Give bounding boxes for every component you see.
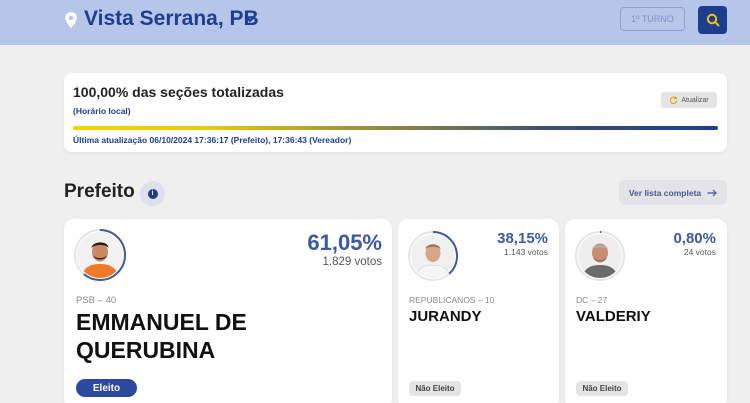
candidate-card[interactable]: 0,80% 24 votos DC – 27 VALDERIY Não Elei…	[565, 219, 727, 403]
status-subtitle: (Horário local)	[73, 106, 131, 116]
location-title[interactable]: Vista Serrana, PB	[84, 7, 259, 31]
vote-count: 1.829 votos	[322, 256, 382, 268]
search-button[interactable]	[698, 6, 727, 34]
candidate-photo	[578, 234, 622, 278]
elected-badge: Eleito	[76, 379, 137, 397]
totalization-progress-bar	[73, 126, 718, 130]
totalization-status-card: 100,00% das seções totalizadas (Horário …	[64, 73, 727, 152]
vote-count: 1.143 votos	[504, 247, 548, 257]
vote-percentage: 0,80%	[673, 230, 716, 247]
vote-percentage: 38,15%	[497, 230, 548, 247]
vote-count: 24 votos	[683, 247, 716, 257]
last-update-text: Última atualização 06/10/2024 17:36:17 (…	[73, 135, 352, 145]
refresh-button[interactable]: Atualizar	[661, 92, 717, 108]
top-bar: Vista Serrana, PB 1º TURNO	[0, 0, 750, 45]
candidate-name: VALDERIY	[576, 308, 651, 325]
turno-button[interactable]: 1º TURNO	[620, 7, 685, 31]
view-full-list-label: Ver lista completa	[628, 187, 702, 198]
refresh-label: Atualizar	[681, 96, 709, 104]
refresh-icon	[670, 95, 678, 104]
progress-fill	[73, 126, 718, 130]
not-elected-badge: Não Eleito	[576, 381, 628, 396]
arrow-right-icon	[707, 189, 717, 196]
view-full-list-button[interactable]: Ver lista completa	[619, 180, 727, 205]
section-title: Prefeito	[64, 181, 135, 202]
info-button[interactable]: i	[140, 181, 165, 206]
search-icon	[706, 13, 719, 27]
candidate-card[interactable]: 61,05% 1.829 votos PSB – 40 EMMANUEL DE …	[64, 219, 392, 403]
info-icon: i	[147, 188, 158, 199]
vote-percentage: 61,05%	[307, 230, 382, 255]
candidate-party: PSB – 40	[76, 295, 117, 306]
candidate-party: REPUBLICANOS – 10	[409, 295, 495, 305]
candidate-party: DC – 27	[576, 295, 608, 305]
candidate-name: JURANDY	[409, 308, 482, 325]
status-title: 100,00% das seções totalizadas	[73, 84, 284, 100]
chevron-down-icon[interactable]	[244, 14, 256, 24]
candidate-photo	[411, 234, 455, 278]
not-elected-badge: Não Eleito	[409, 381, 461, 396]
candidate-name: EMMANUEL DE QUERUBINA	[76, 309, 247, 363]
location-pin-icon	[65, 12, 77, 28]
candidate-card[interactable]: 38,15% 1.143 votos REPUBLICANOS – 10 JUR…	[398, 219, 559, 403]
candidate-photo	[77, 232, 123, 278]
